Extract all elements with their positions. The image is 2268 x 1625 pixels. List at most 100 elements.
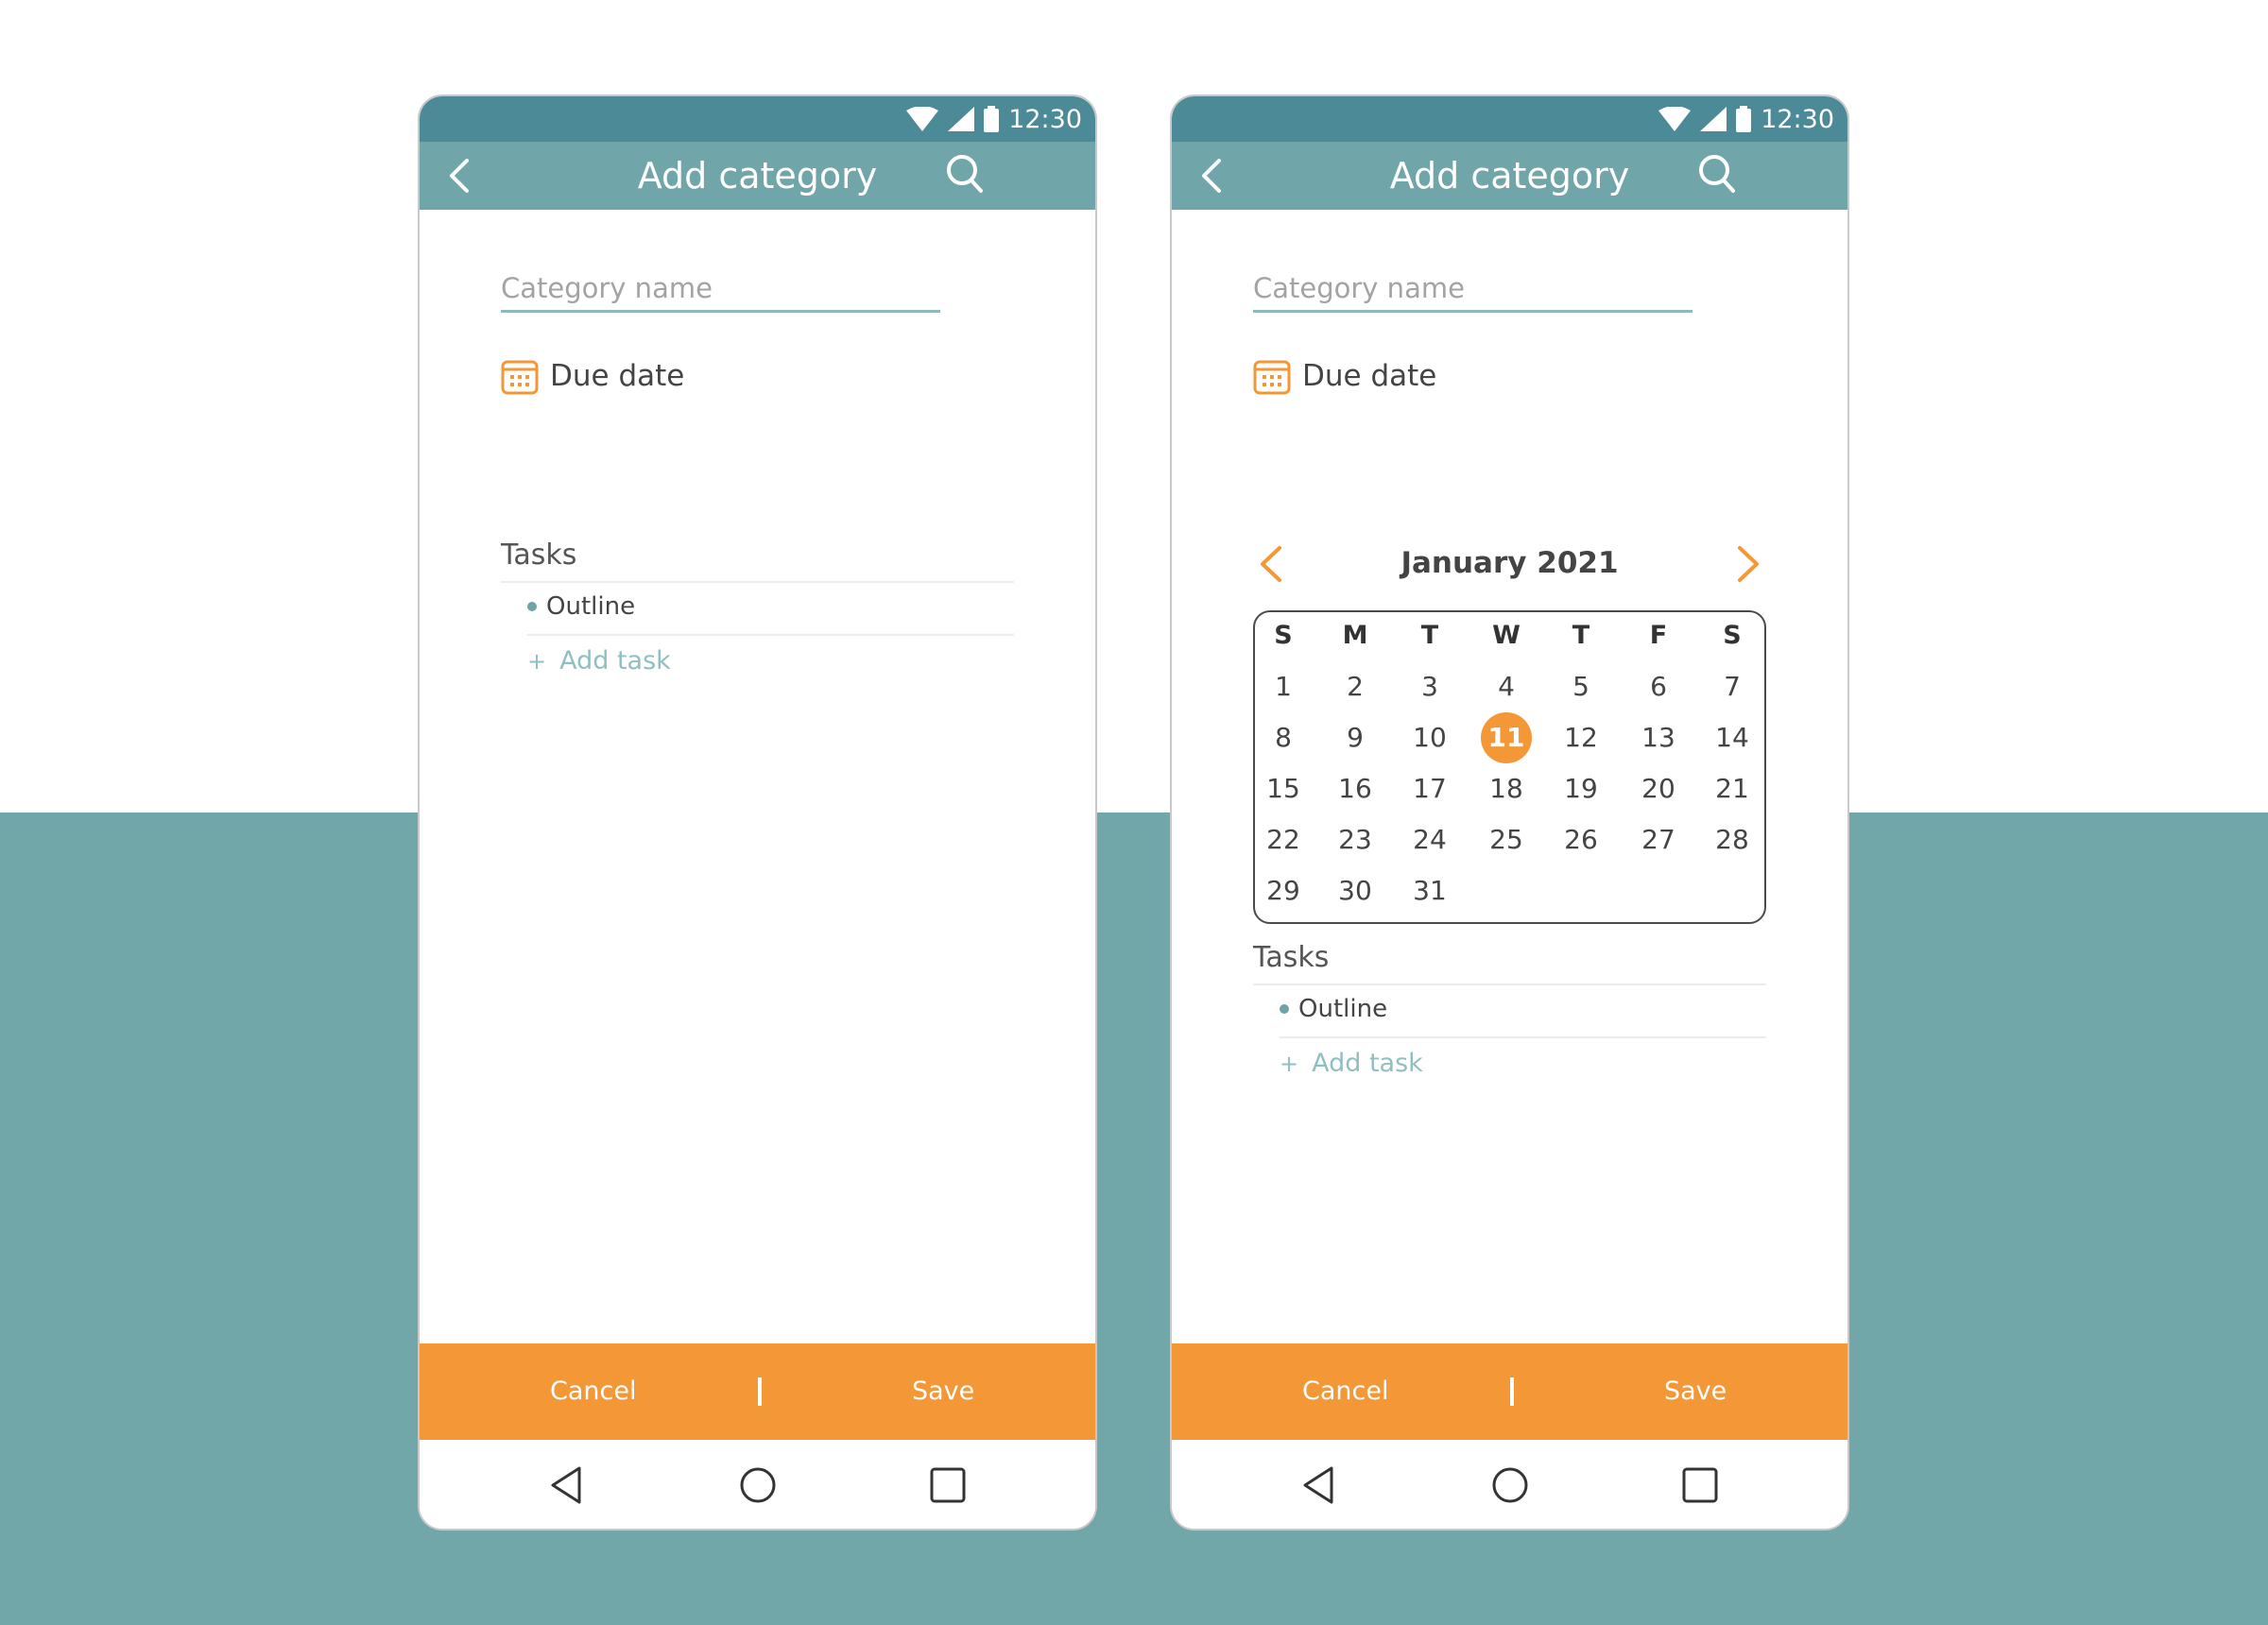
calendar-header: January 2021 — [1253, 539, 1766, 591]
calendar-day[interactable]: 16 — [1330, 763, 1381, 814]
save-button[interactable]: Save — [1664, 1343, 1727, 1440]
nav-home-button[interactable] — [1489, 1464, 1531, 1506]
calendar-day[interactable]: 23 — [1330, 814, 1381, 865]
search-icon — [947, 155, 983, 193]
weekday-header: F — [1649, 621, 1668, 650]
page-title: Add category — [637, 155, 878, 197]
calendar-icon — [1253, 360, 1291, 395]
category-name-field-wrap — [501, 272, 940, 313]
divider — [1253, 984, 1766, 985]
calendar-day[interactable]: 6 — [1633, 661, 1684, 712]
task-item[interactable]: Outline — [527, 592, 635, 621]
task-label: Outline — [1298, 995, 1388, 1023]
calendar-day[interactable]: 19 — [1555, 763, 1606, 814]
due-date-label: Due date — [1302, 359, 1437, 393]
weekday-header: S — [1274, 621, 1293, 650]
due-date-row[interactable]: Due date — [1253, 357, 1436, 395]
due-date-row[interactable]: Due date — [501, 357, 684, 395]
search-button[interactable] — [1695, 151, 1739, 198]
calendar-day[interactable]: 3 — [1404, 661, 1455, 712]
weekday-header: T — [1420, 621, 1439, 650]
bullet-icon — [1280, 1004, 1289, 1014]
divider — [527, 634, 1014, 636]
calendar-day[interactable]: 18 — [1481, 763, 1532, 814]
action-bar: Cancel Save — [1172, 1343, 1847, 1440]
calendar-icon — [501, 360, 539, 395]
nav-back-icon — [1303, 1466, 1333, 1504]
calendar-day[interactable]: 20 — [1633, 763, 1684, 814]
save-button[interactable]: Save — [912, 1343, 974, 1440]
calendar-day[interactable]: 9 — [1330, 712, 1381, 763]
search-icon — [1699, 155, 1735, 193]
calendar-day[interactable]: 8 — [1258, 712, 1309, 763]
tasks-heading: Tasks — [1253, 941, 1330, 974]
calendar-day[interactable]: 4 — [1481, 661, 1532, 712]
signal-icon — [948, 107, 975, 131]
action-separator — [758, 1377, 762, 1406]
add-task-button[interactable]: + Add task — [1280, 1049, 1423, 1078]
nav-home-icon — [740, 1467, 776, 1503]
weekday-header: M — [1342, 621, 1368, 650]
calendar-day[interactable]: 10 — [1404, 712, 1455, 763]
calendar-day[interactable]: 28 — [1707, 814, 1758, 865]
wifi-icon — [906, 107, 939, 131]
calendar-day[interactable]: 27 — [1633, 814, 1684, 865]
calendar-day[interactable]: 15 — [1258, 763, 1309, 814]
battery-icon — [984, 106, 1000, 132]
calendar-day[interactable]: 25 — [1481, 814, 1532, 865]
next-month-button[interactable] — [1728, 542, 1766, 586]
calendar-day[interactable]: 31 — [1404, 865, 1455, 916]
calendar-day[interactable]: 17 — [1404, 763, 1455, 814]
calendar-month-label: January 2021 — [1400, 546, 1619, 580]
nav-home-button[interactable] — [737, 1464, 779, 1506]
nav-back-button[interactable] — [1299, 1464, 1341, 1506]
tasks-heading: Tasks — [501, 539, 577, 572]
phone-screen-calendar-open: 12:30 Add category Due date January 20 — [1170, 94, 1849, 1531]
status-time: 12:30 — [1008, 104, 1082, 134]
task-item[interactable]: Outline — [1280, 995, 1387, 1023]
calendar-day[interactable]: 14 — [1707, 712, 1758, 763]
calendar-day[interactable]: 12 — [1555, 712, 1606, 763]
calendar-day[interactable]: 30 — [1330, 865, 1381, 916]
nav-home-icon — [1492, 1467, 1528, 1503]
calendar-day[interactable]: 24 — [1404, 814, 1455, 865]
calendar-day[interactable]: 2 — [1330, 661, 1381, 712]
search-button[interactable] — [943, 151, 987, 198]
nav-recents-button[interactable] — [1679, 1464, 1721, 1506]
calendar-day[interactable]: 22 — [1258, 814, 1309, 865]
cancel-button[interactable]: Cancel — [550, 1343, 636, 1440]
background-band — [0, 812, 2268, 1625]
calendar-day[interactable]: 7 — [1707, 661, 1758, 712]
wifi-icon — [1658, 107, 1692, 131]
plus-icon: + — [527, 647, 547, 675]
add-task-label: Add task — [1312, 1049, 1423, 1078]
calendar-day[interactable]: 21 — [1707, 763, 1758, 814]
page-title: Add category — [1389, 155, 1630, 197]
add-task-button[interactable]: + Add task — [527, 646, 671, 676]
calendar-day[interactable]: 26 — [1555, 814, 1606, 865]
app-bar: Add category — [420, 142, 1095, 210]
status-time: 12:30 — [1761, 104, 1834, 134]
due-date-label: Due date — [550, 359, 685, 393]
calendar-day[interactable]: 13 — [1633, 712, 1684, 763]
status-bar: 12:30 — [1172, 96, 1847, 142]
app-bar: Add category — [1172, 142, 1847, 210]
category-name-input[interactable] — [501, 272, 940, 313]
calendar-day-selected[interactable]: 11 — [1481, 712, 1532, 763]
nav-recents-icon — [930, 1467, 966, 1503]
calendar-day[interactable]: 1 — [1258, 661, 1309, 712]
calendar-day[interactable]: 29 — [1258, 865, 1309, 916]
add-task-label: Add task — [559, 646, 671, 676]
nav-back-button[interactable] — [547, 1464, 589, 1506]
nav-recents-icon — [1682, 1467, 1718, 1503]
system-nav-bar — [420, 1440, 1095, 1529]
battery-icon — [1736, 106, 1752, 132]
nav-recents-button[interactable] — [927, 1464, 969, 1506]
calendar-day[interactable]: 5 — [1555, 661, 1606, 712]
cancel-button[interactable]: Cancel — [1302, 1343, 1388, 1440]
system-nav-bar — [1172, 1440, 1847, 1529]
category-name-input[interactable] — [1253, 272, 1692, 313]
action-bar: Cancel Save — [420, 1343, 1095, 1440]
weekday-header: W — [1492, 621, 1521, 650]
divider — [501, 581, 1014, 583]
